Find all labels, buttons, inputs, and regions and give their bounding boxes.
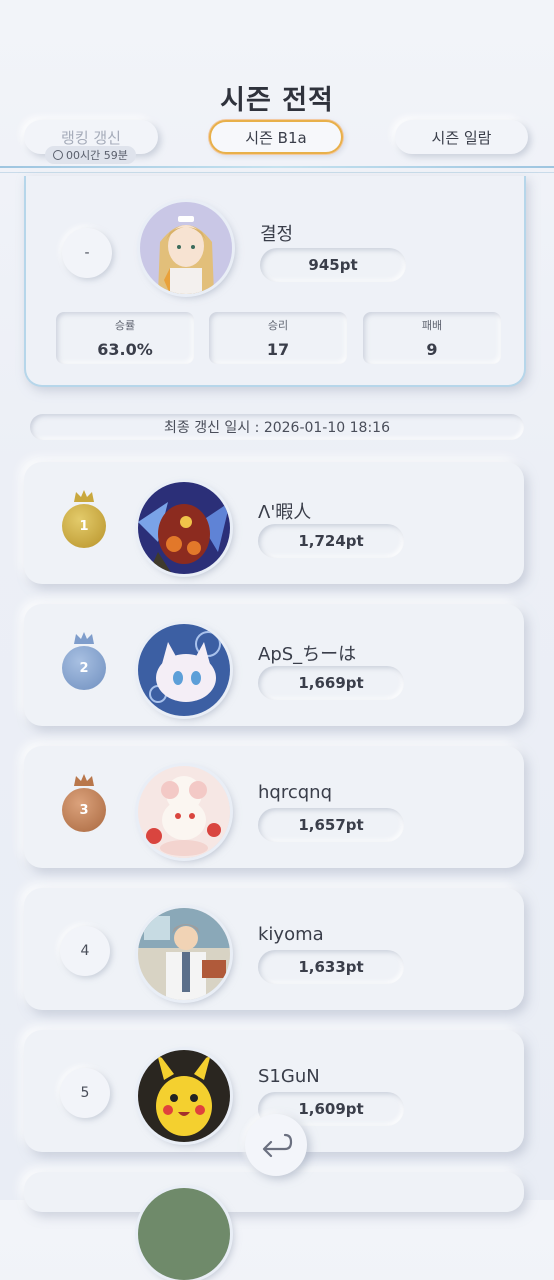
page-title: 시즌 전적 <box>220 85 334 116</box>
my-rank-value: - <box>84 245 90 261</box>
last-updated-bar: 최종 갱신 일시 : 2026-01-10 18:16 <box>30 414 524 440</box>
points-value: 1,609pt <box>298 1100 364 1118</box>
crown-icon <box>74 632 94 644</box>
silver-medal-icon: 2 <box>62 632 106 690</box>
player-name: hqrcqnq <box>258 782 332 803</box>
my-points-value: 945pt <box>308 256 358 274</box>
tab-season[interactable]: 시즌 B1a <box>209 120 343 154</box>
player-avatar[interactable] <box>138 482 230 574</box>
my-rank-circle: - <box>62 228 112 278</box>
player-avatar[interactable] <box>138 908 230 1000</box>
points-value: 1,724pt <box>298 532 364 550</box>
stat-label: 승률 <box>114 319 136 332</box>
avatar-image <box>140 202 232 294</box>
tab-season-list-label: 시즌 일람 <box>431 128 492 147</box>
my-player-name: 결정 <box>260 224 294 245</box>
my-avatar[interactable] <box>140 202 232 294</box>
rank-number: 2 <box>79 660 89 676</box>
stat-losses: 패배 9 <box>363 312 501 364</box>
stat-value: 63.0% <box>97 340 153 359</box>
last-updated-text: 최종 갱신 일시 : 2026-01-10 18:16 <box>164 420 390 436</box>
rank-number: 3 <box>79 802 89 818</box>
player-avatar[interactable] <box>138 1188 230 1280</box>
points-value: 1,633pt <box>298 958 364 976</box>
avatar-image <box>138 1050 230 1142</box>
ranking-row[interactable]: 2 ApS_ちーは 1,669pt <box>24 604 524 726</box>
player-avatar[interactable] <box>138 1050 230 1142</box>
points-pill: 1,724pt <box>258 524 404 558</box>
points-value: 1,669pt <box>298 674 364 692</box>
tab-ranking-refresh-label: 랭킹 갱신 <box>61 128 121 147</box>
my-record-card: - 결정 945pt 승률 63.0% 승리 17 패배 9 <box>24 176 526 387</box>
rank-number: 5 <box>80 1085 90 1101</box>
gold-medal-icon: 1 <box>62 490 106 548</box>
stat-value: 9 <box>426 340 438 359</box>
stat-win-rate: 승률 63.0% <box>56 312 194 364</box>
player-name: Λ'暇人 <box>258 502 312 523</box>
stat-value: 17 <box>266 340 290 359</box>
player-avatar[interactable] <box>138 624 230 716</box>
ranking-row[interactable] <box>24 1172 524 1280</box>
my-points-pill: 945pt <box>260 248 406 282</box>
rank-number: 1 <box>79 518 89 534</box>
avatar-image <box>138 624 230 716</box>
points-pill: 1,669pt <box>258 666 404 700</box>
crown-icon <box>74 490 94 502</box>
points-pill: 1,657pt <box>258 808 404 842</box>
back-button[interactable] <box>245 1114 307 1176</box>
crown-icon <box>74 774 94 786</box>
avatar-image <box>138 766 230 858</box>
tab-season-label: 시즌 B1a <box>245 128 307 147</box>
avatar-image <box>138 482 230 574</box>
rank-circle: 5 <box>60 1068 110 1118</box>
rank-circle: 4 <box>60 926 110 976</box>
divider-line <box>0 172 554 173</box>
points-pill: 1,633pt <box>258 950 404 984</box>
stat-label: 승리 <box>267 319 289 332</box>
player-avatar[interactable] <box>138 766 230 858</box>
refresh-timer-text: 00시간 59분 <box>66 149 128 162</box>
player-name: ApS_ちーは <box>258 644 357 665</box>
ranking-row[interactable]: 1 Λ'暇人 1,724pt <box>24 462 524 584</box>
bronze-medal-icon: 3 <box>62 774 106 832</box>
player-name: kiyoma <box>258 924 324 945</box>
stat-label: 패배 <box>421 319 443 332</box>
rank-number: 4 <box>80 943 90 959</box>
ranking-row[interactable]: 4 kiyoma 1,633pt <box>24 888 524 1010</box>
player-name: S1GuN <box>258 1066 320 1087</box>
stat-wins: 승리 17 <box>209 312 347 364</box>
divider-line <box>0 166 554 168</box>
avatar-image <box>138 1188 230 1280</box>
ranking-row[interactable]: 3 hqrcqnq 1,657pt <box>24 746 524 868</box>
return-arrow-icon <box>262 1133 293 1158</box>
avatar-image <box>138 908 230 1000</box>
tab-season-list[interactable]: 시즌 일람 <box>395 120 528 154</box>
refresh-timer-badge: 00시간 59분 <box>45 146 136 164</box>
clock-icon <box>53 150 63 160</box>
points-value: 1,657pt <box>298 816 364 834</box>
